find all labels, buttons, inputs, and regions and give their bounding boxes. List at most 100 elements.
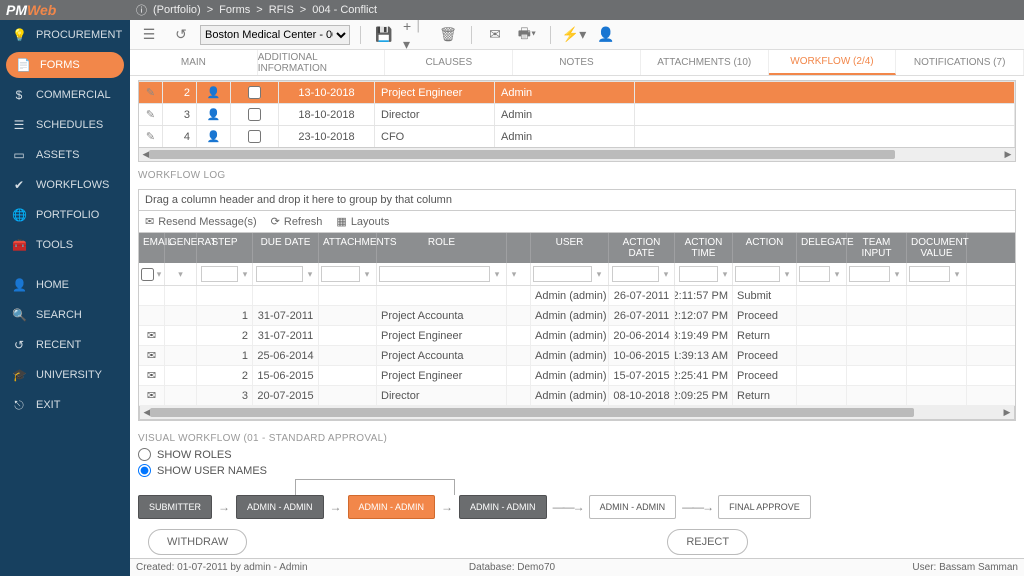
log-row[interactable]: 131-07-2011Project AccountaAdmin (admin)… <box>139 306 1015 326</box>
routing-row[interactable]: ✎4👤23-10-2018CFOAdmin <box>139 125 1015 147</box>
group-drop-area[interactable]: Drag a column header and drop it here to… <box>139 190 1015 211</box>
info-icon[interactable]: ⓘ <box>136 2 147 18</box>
filter-input[interactable] <box>533 266 592 282</box>
sidebar-item-home[interactable]: 👤HOME <box>0 270 130 300</box>
select-all-checkbox[interactable] <box>141 268 154 281</box>
filter-icon[interactable]: ▾ <box>305 269 315 279</box>
routing-checkbox[interactable] <box>231 104 279 125</box>
log-col-header[interactable]: DOCUMENT VALUE <box>907 233 967 263</box>
tab-attachments-10-[interactable]: ATTACHMENTS (10) <box>641 50 769 75</box>
bolt-icon[interactable]: ⚡▾ <box>561 24 587 46</box>
tab-clauses[interactable]: CLAUSES <box>385 50 513 75</box>
scroll-right-icon[interactable]: ▶ <box>1001 148 1015 161</box>
log-col-header[interactable]: DELEGATE <box>797 233 847 263</box>
list-icon[interactable]: ☰ <box>136 24 162 46</box>
filter-input[interactable] <box>849 266 890 282</box>
filter-icon[interactable]: ▾ <box>362 269 372 279</box>
log-row[interactable]: ✉125-06-2014Project AccountaAdmin (admin… <box>139 346 1015 366</box>
withdraw-button[interactable]: WITHDRAW <box>148 529 247 555</box>
breadcrumb-forms[interactable]: Forms <box>219 4 250 16</box>
project-selector[interactable]: Boston Medical Center - 004 - Confl <box>200 25 350 45</box>
user-icon[interactable]: 👤 <box>593 24 619 46</box>
edit-icon[interactable]: ✎ <box>139 104 163 125</box>
log-col-header[interactable]: DUE DATE <box>253 233 319 263</box>
sidebar-item-procurement[interactable]: 💡PROCUREMENT <box>0 20 130 50</box>
tab-main[interactable]: MAIN <box>130 50 258 75</box>
log-row[interactable]: Admin (admin)26-07-201112:11:57 PMSubmit <box>139 286 1015 306</box>
add-icon[interactable]: +｜▾ <box>403 24 429 46</box>
log-row[interactable]: ✉320-07-2015DirectorAdmin (admin)08-10-2… <box>139 386 1015 406</box>
filter-icon[interactable]: ▾ <box>492 269 502 279</box>
person-icon[interactable]: 👤 <box>197 104 231 125</box>
refresh-button[interactable]: ⟳ Refresh <box>271 215 323 228</box>
sidebar-item-tools[interactable]: 🧰TOOLS <box>0 230 130 260</box>
log-col-header[interactable]: GENERAT <box>165 233 197 263</box>
log-col-header[interactable]: TEAM INPUT <box>847 233 907 263</box>
log-row[interactable]: ✉215-06-2015Project EngineerAdmin (admin… <box>139 366 1015 386</box>
filter-input[interactable] <box>612 266 659 282</box>
delete-icon[interactable]: 🗑 <box>435 24 461 46</box>
log-col-header[interactable]: ROLE <box>377 233 507 263</box>
save-icon[interactable]: 💾 <box>371 24 397 46</box>
show-roles-radio[interactable]: SHOW ROLES <box>138 448 1016 461</box>
sidebar-item-assets[interactable]: ▭ASSETS <box>0 140 130 170</box>
routing-checkbox[interactable] <box>231 82 279 103</box>
sidebar-item-portfolio[interactable]: 🌐PORTFOLIO <box>0 200 130 230</box>
print-icon[interactable]: 🖶▾ <box>514 24 540 46</box>
log-col-header[interactable]: STEP <box>197 233 253 263</box>
routing-row[interactable]: ✎3👤18-10-2018DirectorAdmin <box>139 103 1015 125</box>
show-users-radio[interactable]: SHOW USER NAMES <box>138 464 1016 477</box>
scroll-thumb[interactable] <box>149 150 895 159</box>
sidebar-item-workflows[interactable]: ✔WORKFLOWS <box>0 170 130 200</box>
breadcrumb-portfolio[interactable]: (Portfolio) <box>153 4 201 16</box>
edit-icon[interactable]: ✎ <box>139 126 163 147</box>
filter-icon[interactable]: ▾ <box>952 269 962 279</box>
filter-input[interactable] <box>909 266 950 282</box>
sidebar-item-commercial[interactable]: $COMMERCIAL <box>0 80 130 110</box>
filter-input[interactable] <box>201 266 238 282</box>
person-icon[interactable]: 👤 <box>197 126 231 147</box>
filter-icon[interactable]: ▾ <box>176 269 186 279</box>
filter-icon[interactable]: ▾ <box>782 269 792 279</box>
log-col-header[interactable]: ACTION TIME <box>675 233 733 263</box>
log-col-header[interactable]: USER <box>531 233 609 263</box>
log-hscroll[interactable]: ◀ ▶ <box>139 406 1015 420</box>
breadcrumb-rfis[interactable]: RFIS <box>269 4 294 16</box>
filter-icon[interactable]: ▾ <box>509 269 519 279</box>
filter-icon[interactable]: ▾ <box>661 269 671 279</box>
sidebar-item-exit[interactable]: ⎋EXIT <box>0 390 130 420</box>
log-row[interactable]: ✉231-07-2011Project EngineerAdmin (admin… <box>139 326 1015 346</box>
scroll-right-icon[interactable]: ▶ <box>1000 406 1014 419</box>
filter-input[interactable] <box>679 266 718 282</box>
routing-row[interactable]: ✎2👤13-10-2018Project EngineerAdmin <box>139 81 1015 103</box>
sidebar-item-recent[interactable]: ↺RECENT <box>0 330 130 360</box>
filter-icon[interactable]: ▾ <box>892 269 902 279</box>
filter-icon[interactable]: ▾ <box>720 269 730 279</box>
person-icon[interactable]: 👤 <box>197 82 231 103</box>
tab-notifications-7-[interactable]: NOTIFICATIONS (7) <box>896 50 1024 75</box>
log-col-header[interactable]: ACTION DATE <box>609 233 675 263</box>
edit-icon[interactable]: ✎ <box>139 82 163 103</box>
tab-additional-information[interactable]: ADDITIONAL INFORMATION <box>258 50 386 75</box>
filter-input[interactable] <box>735 266 780 282</box>
filter-icon[interactable]: ▾ <box>594 269 604 279</box>
filter-icon[interactable]: ▾ <box>832 269 842 279</box>
log-col-header[interactable] <box>507 233 531 263</box>
layouts-button[interactable]: ▦ Layouts <box>336 215 389 228</box>
log-col-header[interactable]: EMAIL <box>139 233 165 263</box>
tab-workflow-2-4-[interactable]: WORKFLOW (2/4) <box>769 50 897 75</box>
sidebar-item-search[interactable]: 🔍SEARCH <box>0 300 130 330</box>
sidebar-item-schedules[interactable]: ☰SCHEDULES <box>0 110 130 140</box>
resend-messages-button[interactable]: ✉ Resend Message(s) <box>145 215 257 228</box>
log-col-header[interactable]: ACTION <box>733 233 797 263</box>
sidebar-item-university[interactable]: 🎓UNIVERSITY <box>0 360 130 390</box>
mail-icon[interactable]: ✉ <box>482 24 508 46</box>
filter-input[interactable] <box>379 266 490 282</box>
filter-icon[interactable]: ▾ <box>156 269 162 279</box>
filter-input[interactable] <box>256 266 303 282</box>
routing-hscroll[interactable]: ◀ ▶ <box>138 148 1016 162</box>
scroll-thumb[interactable] <box>150 408 914 417</box>
log-col-header[interactable]: ATTACHMENTS <box>319 233 377 263</box>
routing-checkbox[interactable] <box>231 126 279 147</box>
filter-icon[interactable]: ▾ <box>240 269 250 279</box>
